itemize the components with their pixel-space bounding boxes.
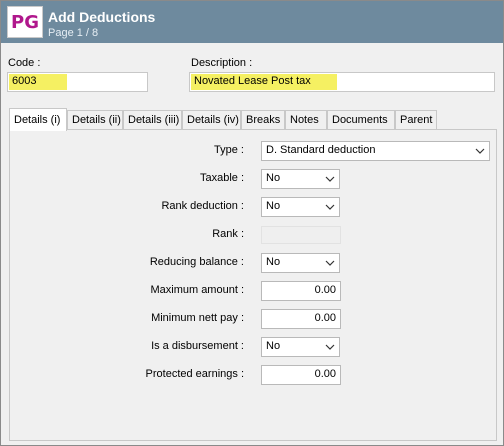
code-label: Code : <box>8 57 41 69</box>
minimum-nett-pay-input[interactable]: 0.00 <box>261 309 341 329</box>
tab-details-ii[interactable]: Details (ii) <box>67 110 123 130</box>
protected-earnings-label: Protected earnings : <box>145 368 244 380</box>
maximum-amount-label: Maximum amount : <box>150 284 244 296</box>
type-select[interactable]: D. Standard deduction <box>261 141 490 161</box>
details-panel: Type : D. Standard deduction Taxable : N… <box>9 129 497 441</box>
tab-details-iii[interactable]: Details (iii) <box>123 110 182 130</box>
rank-input <box>261 226 341 244</box>
taxable-select[interactable]: No <box>261 169 340 189</box>
maximum-amount-input[interactable]: 0.00 <box>261 281 341 301</box>
chevron-down-icon <box>325 341 335 353</box>
disbursement-label: Is a disbursement : <box>151 340 244 352</box>
code-input[interactable]: 6003 <box>7 72 148 92</box>
taxable-value: No <box>266 172 281 184</box>
description-value: Novated Lease Post tax <box>194 75 311 87</box>
description-label: Description : <box>191 57 253 69</box>
rank-deduction-select[interactable]: No <box>261 197 340 217</box>
tab-notes[interactable]: Notes <box>285 110 327 130</box>
tab-parent[interactable]: Parent <box>395 110 437 130</box>
disbursement-select[interactable]: No <box>261 337 340 357</box>
reducing-balance-select[interactable]: No <box>261 253 340 273</box>
chevron-down-icon <box>325 173 335 185</box>
title-bar: PG Add Deductions Page 1 / 8 <box>1 1 503 43</box>
rank-label: Rank : <box>212 228 244 240</box>
tab-details-iv[interactable]: Details (iv) <box>182 110 241 130</box>
window-title: Add Deductions <box>48 9 156 25</box>
tab-details-i[interactable]: Details (i) <box>9 108 67 131</box>
page-indicator: Page 1 / 8 <box>48 27 99 39</box>
type-value: D. Standard deduction <box>266 144 376 156</box>
reducing-balance-label: Reducing balance : <box>149 256 244 268</box>
code-value: 6003 <box>12 75 37 87</box>
chevron-down-icon <box>325 257 335 269</box>
tab-breaks[interactable]: Breaks <box>241 110 285 130</box>
disbursement-value: No <box>266 340 281 352</box>
app-logo: PG <box>7 6 43 38</box>
taxable-label: Taxable : <box>199 172 244 184</box>
chevron-down-icon <box>325 201 335 213</box>
add-deductions-window: PG Add Deductions Page 1 / 8 Code : 6003… <box>0 0 504 446</box>
description-input[interactable]: Novated Lease Post tax <box>189 72 495 92</box>
rank-deduction-label: Rank deduction : <box>161 200 244 212</box>
tab-documents[interactable]: Documents <box>327 110 395 130</box>
chevron-down-icon <box>475 145 485 157</box>
protected-earnings-input[interactable]: 0.00 <box>261 365 341 385</box>
reducing-balance-value: No <box>266 256 281 268</box>
type-label: Type : <box>214 144 244 156</box>
minimum-nett-pay-label: Minimum nett pay : <box>151 312 244 324</box>
rank-deduction-value: No <box>266 200 281 212</box>
